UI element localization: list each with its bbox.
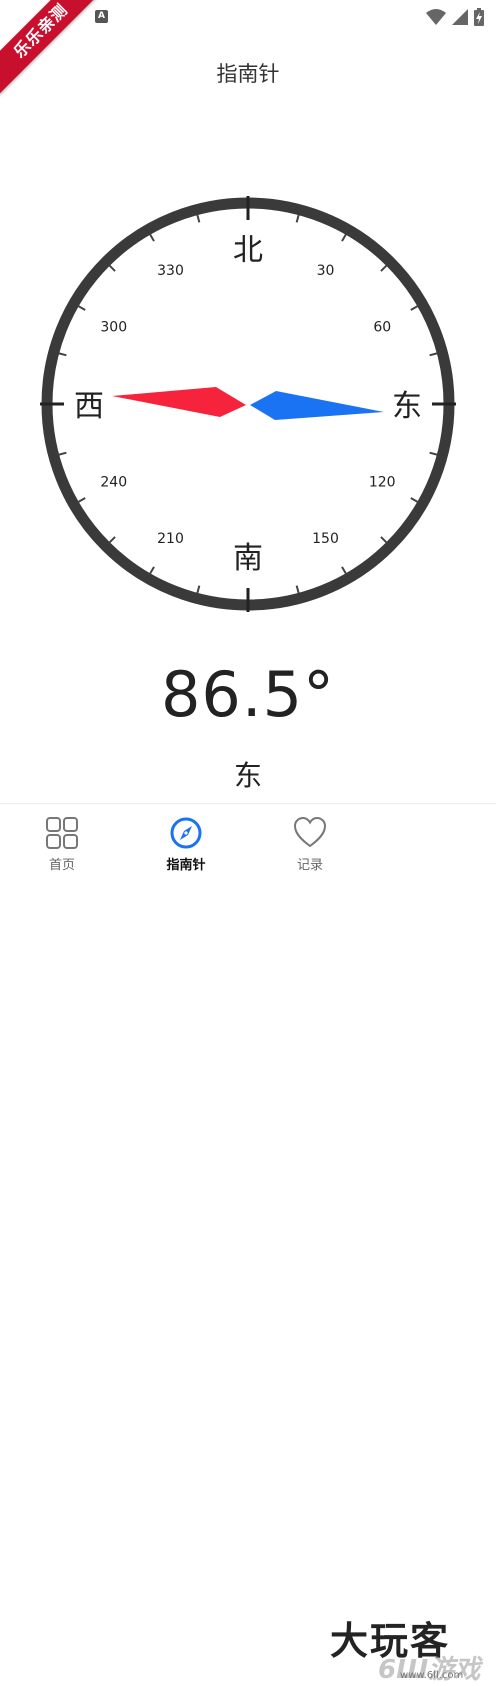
nav-item-home[interactable]: 首页 — [22, 816, 102, 873]
compass-tick — [149, 566, 155, 575]
compass-tick — [108, 264, 116, 272]
battery-charging-icon — [474, 8, 484, 26]
degree-labels: 30 60 120 150 210 240 300 330 — [100, 263, 395, 547]
cardinal-south-label: 南 — [233, 541, 263, 576]
compass-tick — [149, 233, 155, 242]
page-title: 指南针 — [216, 62, 280, 86]
compass-tick — [196, 585, 201, 594]
compass-tick — [58, 352, 67, 357]
compass-tick — [295, 214, 300, 223]
cardinal-west-label: 西 — [74, 389, 104, 424]
cardinal-north-label: 北 — [233, 233, 263, 268]
nav-label: 首页 — [48, 858, 75, 873]
compass-icon — [170, 817, 202, 849]
notification-icon: A — [95, 10, 108, 23]
degree-label: 300 — [100, 320, 127, 336]
degree-label: 210 — [157, 531, 184, 547]
heading-direction: 东 — [233, 759, 262, 792]
compass-tick — [77, 305, 86, 311]
degree-label: 120 — [369, 475, 396, 491]
cardinal-east-label: 东 — [392, 389, 422, 424]
degree-label: 330 — [157, 263, 184, 279]
nav-item-compass[interactable]: 指南针 — [146, 816, 226, 873]
compass-tick — [429, 451, 438, 456]
nav-item-records[interactable]: 记录 — [270, 816, 350, 873]
compass-tick — [380, 536, 388, 544]
compass-tick — [77, 497, 86, 503]
nav-label: 指南针 — [166, 858, 206, 873]
compass-dial: 30 60 120 150 210 240 300 330 北 东 南 西 — [40, 196, 456, 612]
compass-tick — [341, 566, 347, 575]
status-bar: 乐乐亲测 A — [0, 0, 496, 95]
cell-signal-icon — [452, 9, 468, 25]
compass-tick — [429, 352, 438, 357]
needle-east-half — [250, 391, 384, 420]
system-icons — [426, 8, 484, 26]
compass-tick — [108, 536, 116, 544]
needle-west-half — [112, 387, 246, 417]
degree-label: 30 — [317, 263, 335, 279]
compass-tick — [295, 585, 300, 594]
compass-tick — [380, 264, 388, 272]
degree-label: 240 — [100, 475, 127, 491]
compass-needle — [112, 387, 384, 420]
compass-tick — [410, 497, 419, 503]
degree-label: 60 — [373, 320, 391, 336]
nav-label: 记录 — [296, 858, 323, 873]
bottom-nav: 首页 指南针 记录 大玩客 6Ш游戏 www.6ll.com — [0, 803, 496, 1685]
watermark-url: www.6ll.com — [400, 1670, 464, 1681]
wifi-icon — [426, 9, 446, 25]
heading-readout: 86.5° — [160, 658, 336, 731]
compass-tick — [341, 233, 347, 242]
grid-icon — [46, 817, 78, 849]
compass-tick — [410, 305, 419, 311]
heart-icon — [293, 816, 327, 848]
compass-tick — [58, 451, 67, 456]
degree-label: 150 — [312, 531, 339, 547]
compass-tick — [196, 214, 201, 223]
